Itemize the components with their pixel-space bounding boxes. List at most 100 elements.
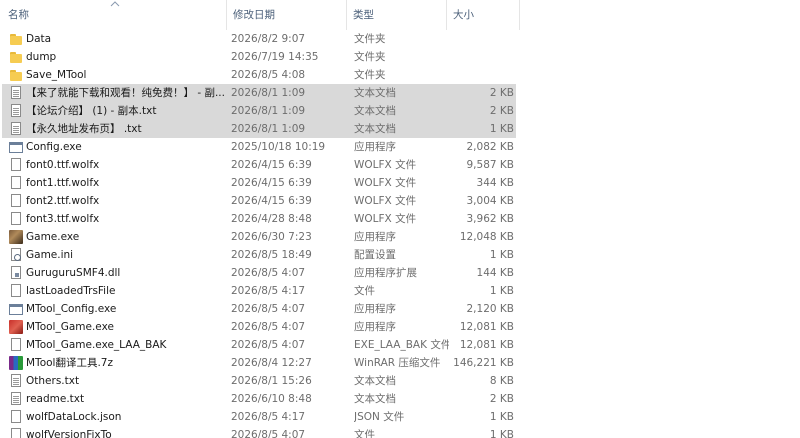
file-icon-cell (9, 210, 23, 228)
file-row[interactable]: wolfVersionFixTo 2026/8/5 4:07 文件 1 KB (0, 426, 800, 438)
blank-file-icon (11, 338, 21, 351)
file-type: WinRAR 压缩文件 (354, 357, 441, 369)
file-date-modified: 2026/4/15 6:39 (231, 195, 312, 207)
file-size: 2,120 KB (466, 303, 515, 315)
file-size (452, 48, 514, 66)
file-icon-cell (9, 336, 23, 354)
file-date-modified: 2026/8/1 1:09 (231, 87, 306, 99)
file-date-modified: 2026/6/30 7:23 (231, 231, 312, 243)
file-date-modified: 2026/4/15 6:39 (231, 177, 312, 189)
file-name[interactable]: font0.ttf.wolfx (26, 156, 224, 174)
file-row[interactable]: Save_MTool 2026/8/5 4:08 文件夹 (0, 66, 800, 84)
file-name[interactable]: Data (26, 30, 224, 48)
file-size: 9,587 KB (466, 159, 515, 171)
file-type: JSON 文件 (354, 411, 405, 423)
file-row[interactable]: Others.txt 2026/8/1 15:26 文本文档 8 KB (0, 372, 800, 390)
file-row[interactable]: font1.ttf.wolfx 2026/4/15 6:39 WOLFX 文件 344… (0, 174, 800, 192)
file-name[interactable]: Others.txt (26, 372, 224, 390)
file-row[interactable]: readme.txt 2026/6/10 8:48 文本文档 2 KB (0, 390, 800, 408)
file-icon-cell (9, 408, 23, 426)
file-name[interactable]: 【永久地址发布页】 .txt (26, 120, 224, 138)
file-row[interactable]: Config.exe 2025/10/18 10:19 应用程序 2,082 KB (0, 138, 800, 156)
file-row[interactable]: dump 2026/7/19 14:35 文件夹 (0, 48, 800, 66)
column-header-size[interactable]: 大小 (447, 0, 520, 30)
file-row[interactable]: lastLoadedTrsFile 2026/8/5 4:17 文件 1 KB (0, 282, 800, 300)
file-name[interactable]: MTool_Config.exe (26, 300, 224, 318)
file-row[interactable]: 【论坛介绍】 (1) - 副本.txt 2026/8/1 1:09 文本文档 2 KB (0, 102, 800, 120)
file-name[interactable]: Save_MTool (26, 66, 224, 84)
file-size (452, 66, 514, 84)
file-date-modified: 2026/8/5 4:08 (231, 69, 306, 81)
file-name[interactable]: Game.ini (26, 246, 224, 264)
file-name[interactable]: 【来了就能下载和观看！纯免费！】 - 副... (26, 84, 224, 102)
file-type: 应用程序 (354, 321, 396, 333)
file-date-modified: 2026/8/1 1:09 (231, 105, 306, 117)
text-document-icon (11, 104, 21, 117)
file-type: 配置设置 (354, 249, 396, 261)
file-row[interactable]: font0.ttf.wolfx 2026/4/15 6:39 WOLFX 文件 9,5… (0, 156, 800, 174)
file-row[interactable]: MTool翻译工具.7z 2026/8/4 12:27 WinRAR 压缩文件 146… (0, 354, 800, 372)
file-size: 2 KB (489, 87, 514, 99)
file-name[interactable]: MTool_Game.exe (26, 318, 224, 336)
file-name[interactable]: MTool_Game.exe_LAA_BAK (26, 336, 224, 354)
file-row[interactable]: Game.ini 2026/8/5 18:49 配置设置 1 KB (0, 246, 800, 264)
column-header-date-modified[interactable]: 修改日期 (227, 0, 347, 30)
file-name[interactable]: lastLoadedTrsFile (26, 282, 224, 300)
file-row[interactable]: 【永久地址发布页】 .txt 2026/8/1 1:09 文本文档 1 KB (0, 120, 800, 138)
file-icon-cell (9, 354, 23, 372)
blank-file-icon (11, 410, 21, 423)
file-name[interactable]: dump (26, 48, 224, 66)
file-name[interactable]: font3.ttf.wolfx (26, 210, 224, 228)
file-type: 文本文档 (354, 87, 396, 99)
file-icon-cell (9, 48, 23, 66)
file-date-modified: 2026/4/15 6:39 (231, 159, 312, 171)
file-type: WOLFX 文件 (354, 213, 417, 225)
file-size: 1 KB (489, 249, 514, 261)
file-row[interactable]: font3.ttf.wolfx 2026/4/28 8:48 WOLFX 文件 3,9… (0, 210, 800, 228)
file-row[interactable]: Data 2026/8/2 9:07 文件夹 (0, 30, 800, 48)
file-date-modified: 2026/8/5 4:17 (231, 411, 306, 423)
file-name[interactable]: readme.txt (26, 390, 224, 408)
file-icon-cell (9, 228, 23, 246)
file-date-modified: 2026/8/5 4:07 (231, 321, 306, 333)
file-icon-cell (9, 120, 23, 138)
file-row[interactable]: GuruguruSMF4.dll 2026/8/5 4:07 应用程序扩展 144 K… (0, 264, 800, 282)
file-name[interactable]: 【论坛介绍】 (1) - 副本.txt (26, 102, 224, 120)
file-name[interactable]: font2.ttf.wolfx (26, 192, 224, 210)
file-row[interactable]: 【来了就能下载和观看！纯免费！】 - 副... 2026/8/1 1:09 文本文档… (0, 84, 800, 102)
folder-icon (9, 32, 23, 46)
file-icon-cell (9, 372, 23, 390)
file-row[interactable]: font2.ttf.wolfx 2026/4/15 6:39 WOLFX 文件 3,0… (0, 192, 800, 210)
file-size: 12,048 KB (459, 231, 514, 243)
file-type: 应用程序 (354, 231, 396, 243)
file-name[interactable]: GuruguruSMF4.dll (26, 264, 224, 282)
winrar-archive-icon (9, 356, 23, 370)
blank-file-icon (11, 158, 21, 171)
file-row[interactable]: Game.exe 2026/6/30 7:23 应用程序 12,048 KB (0, 228, 800, 246)
file-name[interactable]: wolfVersionFixTo (26, 426, 224, 438)
file-row[interactable]: MTool_Game.exe 2026/8/5 4:07 应用程序 12,081 KB (0, 318, 800, 336)
file-date-modified: 2026/7/19 14:35 (231, 51, 319, 63)
file-name[interactable]: wolfDataLock.json (26, 408, 224, 426)
file-name[interactable]: Config.exe (26, 138, 224, 156)
file-type: 应用程序 (354, 303, 396, 315)
text-document-icon (11, 374, 21, 387)
dll-file-icon (11, 266, 21, 279)
file-row[interactable]: MTool_Config.exe 2026/8/5 4:07 应用程序 2,120 K… (0, 300, 800, 318)
file-row[interactable]: wolfDataLock.json 2026/8/5 4:17 JSON 文件 1 K… (0, 408, 800, 426)
file-name[interactable]: MTool翻译工具.7z (26, 354, 224, 372)
file-icon-cell (9, 426, 23, 438)
file-row[interactable]: MTool_Game.exe_LAA_BAK 2026/8/5 4:07 EXE_L… (0, 336, 800, 354)
file-date-modified: 2026/4/28 8:48 (231, 213, 312, 225)
file-icon-cell (9, 138, 23, 156)
file-size: 12,081 KB (459, 339, 514, 351)
file-type: 文本文档 (354, 123, 396, 135)
file-name[interactable]: Game.exe (26, 228, 224, 246)
file-name[interactable]: font1.ttf.wolfx (26, 174, 224, 192)
file-date-modified: 2026/8/5 4:07 (231, 303, 306, 315)
file-type: WOLFX 文件 (354, 159, 417, 171)
column-header-type[interactable]: 类型 (347, 0, 447, 30)
folder-icon (9, 68, 23, 82)
file-type: 文件 (354, 285, 375, 297)
file-type: 文本文档 (354, 105, 396, 117)
